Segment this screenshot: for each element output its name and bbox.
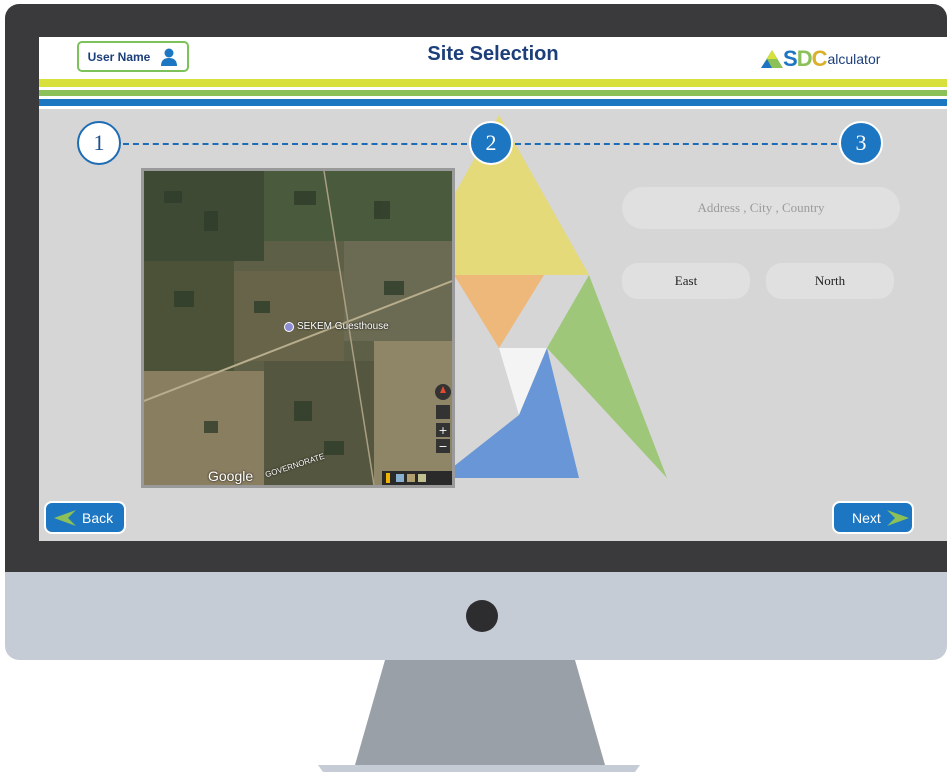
- next-button-label: Next: [852, 509, 881, 526]
- logo-word: alculator: [827, 51, 881, 67]
- map-place-text: SEKEM Guesthouse: [297, 321, 389, 332]
- logo-triangle-icon: [761, 50, 783, 68]
- progress-line: [515, 143, 837, 145]
- logo-letter-d: D: [796, 46, 813, 71]
- map-layer-bar[interactable]: [382, 471, 452, 485]
- step-3-indicator[interactable]: 3: [839, 121, 883, 165]
- satellite-map[interactable]: SEKEM Guesthouse Google GOVERNORATE + −: [141, 168, 455, 488]
- logo-letter-s: S: [783, 46, 798, 71]
- back-button-label: Back: [82, 509, 114, 526]
- step-2-indicator[interactable]: 2: [469, 121, 513, 165]
- logo-letter-c: C: [811, 46, 828, 71]
- map-pin-icon: [284, 321, 294, 332]
- address-input[interactable]: Address , City , Country: [622, 187, 900, 229]
- svg-text:−: −: [438, 440, 447, 453]
- sdg-calculator-logo: S D C alculator: [761, 46, 881, 71]
- next-arrow-icon: [886, 509, 909, 526]
- east-coordinate-input[interactable]: East: [622, 263, 750, 299]
- app-screen: User Name Site Selection S D C alculator…: [39, 37, 947, 541]
- header-stripe-blue: [39, 99, 947, 106]
- step-1-indicator[interactable]: 1: [77, 121, 121, 165]
- next-button[interactable]: Next: [832, 501, 914, 534]
- svg-text:+: +: [438, 424, 447, 437]
- back-arrow-icon: [54, 509, 76, 526]
- map-controls[interactable]: + −: [434, 383, 452, 469]
- north-coordinate-input[interactable]: North: [766, 263, 894, 299]
- map-provider-logo: Google: [208, 468, 254, 484]
- map-place-label[interactable]: SEKEM Guesthouse: [284, 321, 389, 332]
- header-stripe-gap: [39, 106, 947, 109]
- progress-line: [123, 143, 467, 145]
- header-stripe-yellow: [39, 79, 947, 87]
- pegman-icon: [386, 473, 390, 483]
- back-button[interactable]: Back: [44, 501, 126, 534]
